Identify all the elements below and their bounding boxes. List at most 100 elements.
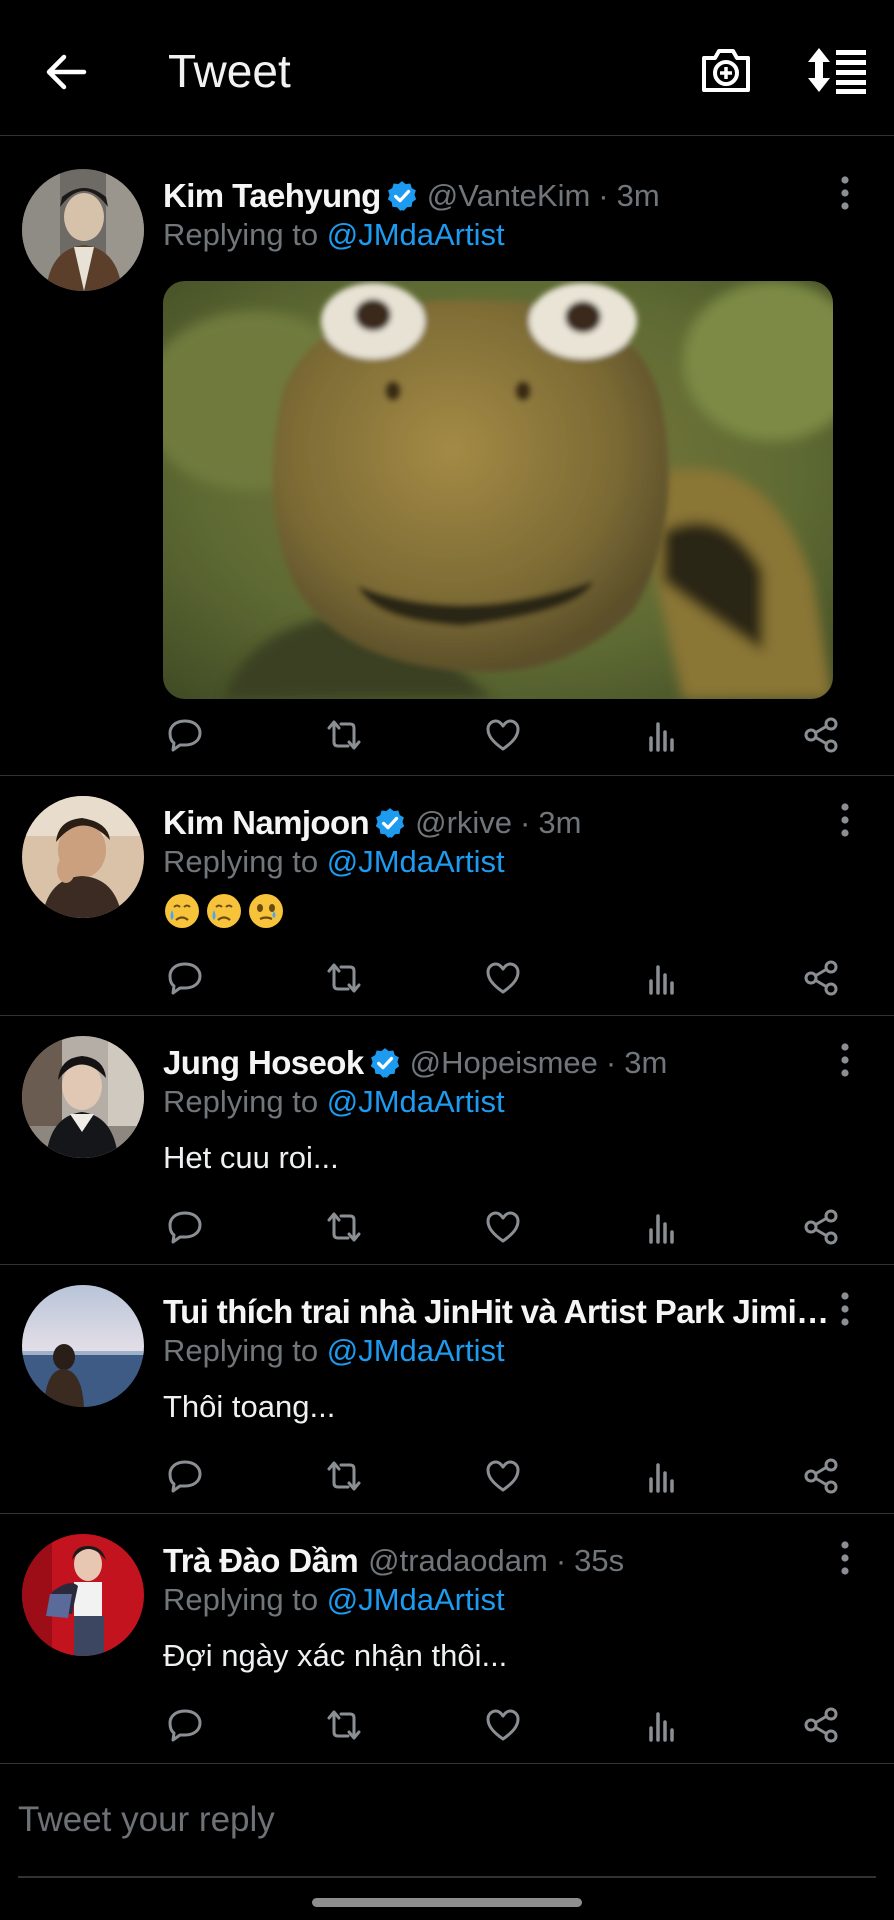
more-vertical-icon — [841, 803, 849, 837]
timestamp[interactable]: 3m — [538, 805, 581, 841]
sort-replies-button[interactable] — [806, 44, 868, 96]
like-button[interactable] — [481, 1703, 525, 1747]
verified-badge-icon — [375, 808, 405, 838]
display-name[interactable]: Jung Hoseok — [163, 1044, 364, 1082]
analytics-button[interactable] — [640, 713, 684, 757]
tweet-actions — [163, 956, 843, 1000]
handle[interactable]: @Hopeismee — [410, 1045, 598, 1081]
analytics-button[interactable] — [640, 1454, 684, 1498]
share-icon — [804, 717, 838, 753]
reply-icon — [168, 1211, 202, 1244]
back-button[interactable] — [40, 46, 92, 98]
face-holding-back-tears-emoji — [249, 894, 283, 928]
tweet-text: Đợi ngày xác nhận thôi... — [163, 1638, 508, 1673]
retweet-button[interactable] — [322, 1454, 366, 1498]
more-vertical-icon — [841, 1541, 849, 1575]
reply-input[interactable] — [18, 1794, 876, 1846]
more-vertical-icon — [841, 1043, 849, 1077]
more-options-button[interactable] — [830, 800, 860, 840]
more-options-button[interactable] — [830, 1538, 860, 1578]
replying-to-label: Replying to — [163, 1582, 319, 1617]
tweet-header: Kim Taehyung @VanteKim · 3m — [163, 173, 660, 219]
camera-button[interactable] — [698, 44, 754, 96]
analytics-button[interactable] — [640, 956, 684, 1000]
replying-to-mention[interactable]: @JMdaArtist — [327, 844, 505, 879]
replying-to-mention[interactable]: @JMdaArtist — [327, 1084, 505, 1119]
arrow-left-icon — [46, 54, 87, 90]
reply-button[interactable] — [163, 956, 207, 1000]
tweet-item[interactable]: Jung Hoseok @Hopeismee · 3m Replying to … — [0, 1016, 894, 1265]
more-vertical-icon — [841, 176, 849, 210]
handle[interactable]: @VanteKim — [427, 178, 591, 214]
more-options-button[interactable] — [830, 173, 860, 213]
display-name[interactable]: Trà Đào Dầm — [163, 1542, 359, 1580]
avatar[interactable] — [22, 169, 144, 291]
tweet-actions — [163, 713, 843, 757]
retweet-button[interactable] — [322, 956, 366, 1000]
analytics-button[interactable] — [640, 1205, 684, 1249]
reply-button[interactable] — [163, 1703, 207, 1747]
like-button[interactable] — [481, 1205, 525, 1249]
share-button[interactable] — [799, 956, 843, 1000]
share-icon — [804, 960, 838, 996]
handle[interactable]: @tradaodam — [368, 1543, 548, 1579]
analytics-icon — [649, 1712, 674, 1742]
retweet-button[interactable] — [322, 713, 366, 757]
tweet-item[interactable]: Kim Taehyung @VanteKim · 3m Replying to … — [0, 137, 894, 776]
share-button[interactable] — [799, 1205, 843, 1249]
reply-icon — [168, 1460, 202, 1493]
page-title: Tweet — [168, 45, 291, 97]
timestamp[interactable]: 35s — [574, 1543, 624, 1579]
retweet-button[interactable] — [322, 1205, 366, 1249]
tweet-emojis — [163, 892, 285, 930]
camera-plus-icon — [702, 49, 750, 92]
retweet-icon — [327, 963, 361, 993]
avatar[interactable] — [22, 796, 144, 918]
reply-button[interactable] — [163, 713, 207, 757]
avatar[interactable] — [22, 1036, 144, 1158]
separator: · — [605, 1045, 617, 1080]
like-button[interactable] — [481, 1454, 525, 1498]
tweet-header: Kim Namjoon @rkive · 3m — [163, 800, 581, 846]
reply-button[interactable] — [163, 1205, 207, 1249]
tweet-item[interactable]: Trà Đào Dầm @tradaodam · 35s Replying to… — [0, 1514, 894, 1764]
tweet-item[interactable]: Kim Namjoon @rkive · 3m Replying to @JMd… — [0, 776, 894, 1016]
replying-to-mention[interactable]: @JMdaArtist — [327, 217, 505, 252]
sort-replies-icon — [808, 48, 866, 94]
display-name[interactable]: Kim Namjoon — [163, 804, 370, 842]
tweet-media-image[interactable] — [163, 281, 833, 699]
tweet-header: Tui thích trai nhà JinHit và Artist Park… — [163, 1289, 831, 1335]
reply-icon — [168, 719, 202, 752]
avatar[interactable] — [22, 1534, 144, 1656]
tweet-header: Trà Đào Dầm @tradaodam · 35s — [163, 1538, 624, 1584]
tweet-text: Het cuu roi... — [163, 1140, 339, 1175]
like-icon — [486, 719, 520, 751]
analytics-button[interactable] — [640, 1703, 684, 1747]
like-button[interactable] — [481, 713, 525, 757]
retweet-button[interactable] — [322, 1703, 366, 1747]
separator: · — [598, 178, 609, 213]
like-icon — [486, 962, 520, 994]
display-name[interactable]: Kim Taehyung — [163, 177, 381, 215]
retweet-icon — [327, 1710, 361, 1740]
share-button[interactable] — [799, 1454, 843, 1498]
replying-to-line: Replying to @JMdaArtist — [163, 1582, 505, 1618]
replying-to-line: Replying to @JMdaArtist — [163, 1084, 505, 1120]
share-button[interactable] — [799, 1703, 843, 1747]
more-options-button[interactable] — [830, 1040, 860, 1080]
share-button[interactable] — [799, 713, 843, 757]
tweet-item[interactable]: Tui thích trai nhà JinHit và Artist Park… — [0, 1265, 894, 1514]
share-icon — [804, 1707, 838, 1743]
avatar[interactable] — [22, 1285, 144, 1407]
display-name[interactable]: Tui thích trai nhà JinHit và Artist Park… — [163, 1293, 831, 1331]
replying-to-mention[interactable]: @JMdaArtist — [327, 1333, 505, 1368]
replying-to-mention[interactable]: @JMdaArtist — [327, 1582, 505, 1617]
home-indicator[interactable] — [312, 1898, 582, 1907]
reply-button[interactable] — [163, 1454, 207, 1498]
timestamp[interactable]: 3m — [617, 178, 660, 214]
more-options-button[interactable] — [830, 1289, 860, 1329]
handle[interactable]: @rkive — [415, 805, 512, 841]
timestamp[interactable]: 3m — [624, 1045, 667, 1081]
reply-input-underline — [18, 1876, 876, 1878]
like-button[interactable] — [481, 956, 525, 1000]
